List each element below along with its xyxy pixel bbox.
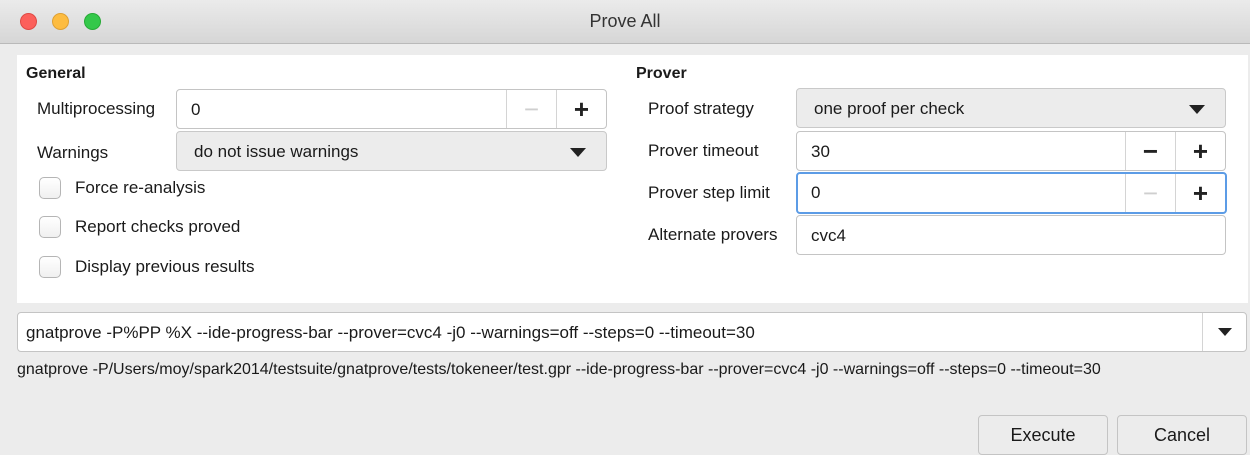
checkbox-box[interactable]	[39, 256, 61, 278]
command-line-combo[interactable]: gnatprove -P%PP %X --ide-progress-bar --…	[17, 312, 1247, 352]
prover-step-limit-label: Prover step limit	[648, 183, 770, 202]
multiprocessing-increment-button[interactable]: +	[556, 90, 606, 128]
checkbox-label: Force re-analysis	[75, 178, 206, 197]
chevron-down-icon	[570, 148, 586, 157]
options-panel: General Multiprocessing 0 − + Warnings d…	[17, 55, 1248, 303]
force-reanalysis-checkbox[interactable]: Force re-analysis	[39, 177, 205, 199]
proof-strategy-value: one proof per check	[814, 99, 965, 118]
prover-step-limit-decrement-button[interactable]: −	[1125, 174, 1175, 212]
report-checks-proved-checkbox[interactable]: Report checks proved	[39, 216, 240, 238]
prover-timeout-value[interactable]: 30	[811, 142, 830, 162]
prove-all-dialog: Prove All General Multiprocessing 0 − + …	[0, 0, 1250, 455]
expanded-command-text: gnatprove -P/Users/moy/spark2014/testsui…	[17, 361, 1101, 378]
alternate-provers-input[interactable]: cvc4	[796, 215, 1226, 255]
checkbox-label: Report checks proved	[75, 217, 241, 236]
display-previous-results-checkbox[interactable]: Display previous results	[39, 256, 255, 278]
multiprocessing-stepper[interactable]: 0 − +	[176, 89, 607, 129]
warnings-label: Warnings	[37, 143, 109, 162]
proof-strategy-label: Proof strategy	[648, 99, 754, 118]
command-dropdown-button[interactable]	[1202, 313, 1246, 351]
checkbox-box[interactable]	[39, 177, 61, 199]
alternate-provers-value[interactable]: cvc4	[811, 226, 846, 246]
multiprocessing-decrement-button[interactable]: −	[506, 90, 556, 128]
checkbox-box[interactable]	[39, 216, 61, 238]
chevron-down-icon	[1218, 328, 1232, 336]
multiprocessing-value[interactable]: 0	[191, 100, 200, 120]
prover-timeout-decrement-button[interactable]: −	[1125, 132, 1175, 170]
general-section-title: General	[26, 65, 86, 82]
multiprocessing-label: Multiprocessing	[37, 99, 156, 118]
prover-step-limit-stepper[interactable]: 0 − +	[796, 172, 1227, 214]
checkbox-label: Display previous results	[75, 257, 255, 276]
window-title: Prove All	[589, 11, 661, 31]
title-bar: Prove All	[0, 0, 1250, 44]
prover-step-limit-value[interactable]: 0	[811, 183, 820, 203]
command-template-value[interactable]: gnatprove -P%PP %X --ide-progress-bar --…	[26, 323, 755, 343]
prover-timeout-label: Prover timeout	[648, 141, 759, 160]
proof-strategy-select[interactable]: one proof per check	[796, 88, 1226, 128]
prover-timeout-increment-button[interactable]: +	[1175, 132, 1225, 170]
prover-timeout-stepper[interactable]: 30 − +	[796, 131, 1226, 171]
execute-button[interactable]: Execute	[978, 415, 1108, 455]
warnings-value: do not issue warnings	[194, 142, 359, 161]
cancel-button[interactable]: Cancel	[1117, 415, 1247, 455]
warnings-select[interactable]: do not issue warnings	[176, 131, 607, 171]
chevron-down-icon	[1189, 105, 1205, 114]
alternate-provers-label: Alternate provers	[648, 225, 778, 244]
prover-step-limit-increment-button[interactable]: +	[1175, 174, 1225, 212]
prover-section-title: Prover	[636, 65, 687, 82]
